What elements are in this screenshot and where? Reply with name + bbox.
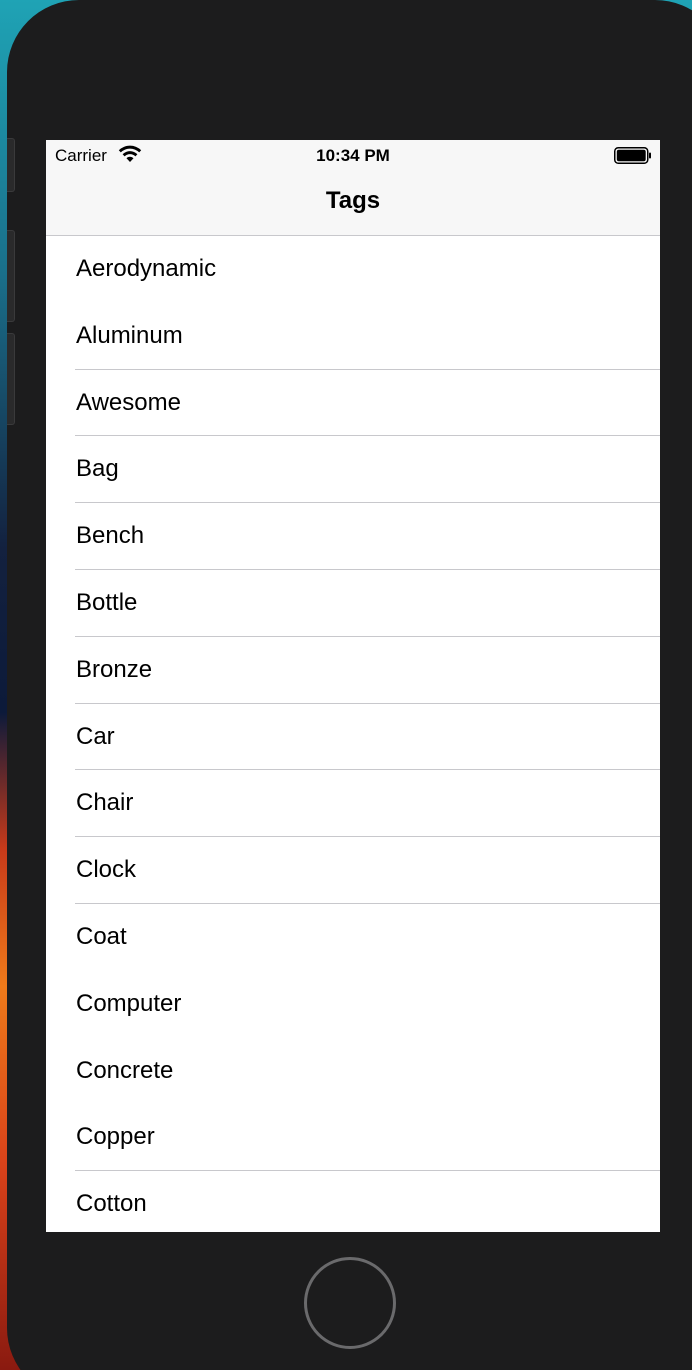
list-item[interactable]: Bag <box>46 436 660 504</box>
list-item-label: Bronze <box>76 655 153 683</box>
list-item[interactable]: Bench <box>46 503 660 570</box>
list-item-label: Bag <box>76 455 119 483</box>
home-button-icon[interactable] <box>304 1257 396 1349</box>
desktop-wallpaper: Carrier 10:34 PM Tags Aerodynamic Alumin… <box>0 0 692 1370</box>
list-item[interactable]: Computer <box>46 971 660 1038</box>
list-item[interactable]: Chair <box>46 770 660 838</box>
list-item-label: Chair <box>76 789 134 817</box>
list-item[interactable]: Clock <box>46 837 660 904</box>
list-item-label: Aluminum <box>76 321 183 349</box>
list-item-label: Car <box>76 722 115 750</box>
status-time: 10:34 PM <box>316 146 390 165</box>
list-item[interactable]: Aerodynamic <box>46 236 660 303</box>
tag-list: Aerodynamic Aluminum Awesome Bag Bench Bottle… <box>46 236 660 1232</box>
list-item-label: Coat <box>76 922 127 950</box>
list-item-label: Concrete <box>76 1056 174 1084</box>
list-item[interactable]: Bottle <box>46 570 660 637</box>
list-item-label: Awesome <box>76 388 181 416</box>
navigation-bar: Tags <box>46 170 660 236</box>
list-item-label: Computer <box>76 989 182 1017</box>
status-bar: Carrier 10:34 PM <box>46 140 660 170</box>
battery-icon <box>614 147 652 170</box>
list-item[interactable]: Cotton <box>46 1171 660 1232</box>
page-title: Tags <box>325 187 381 214</box>
list-item-label: Bench <box>76 522 145 550</box>
list-item[interactable]: Copper <box>46 1104 660 1172</box>
list-item[interactable]: Bronze <box>46 637 660 704</box>
list-item[interactable]: Aluminum <box>46 303 660 370</box>
volume-up-button <box>7 230 15 322</box>
list-item[interactable]: Coat <box>46 904 660 971</box>
list-item[interactable]: Car <box>46 704 660 771</box>
list-item-label: Copper <box>76 1123 155 1151</box>
mute-switch <box>7 138 15 192</box>
list-item[interactable]: Concrete <box>46 1038 660 1105</box>
list-item[interactable]: Awesome <box>46 370 660 437</box>
volume-down-button <box>7 333 15 425</box>
list-item-label: Aerodynamic <box>76 255 217 282</box>
list-item-label: Bottle <box>76 588 138 616</box>
list-item-label: Cotton <box>76 1190 147 1218</box>
device-screen: Carrier 10:34 PM Tags Aerodynamic Alumin… <box>46 140 660 1232</box>
list-item-label: Clock <box>76 856 137 884</box>
